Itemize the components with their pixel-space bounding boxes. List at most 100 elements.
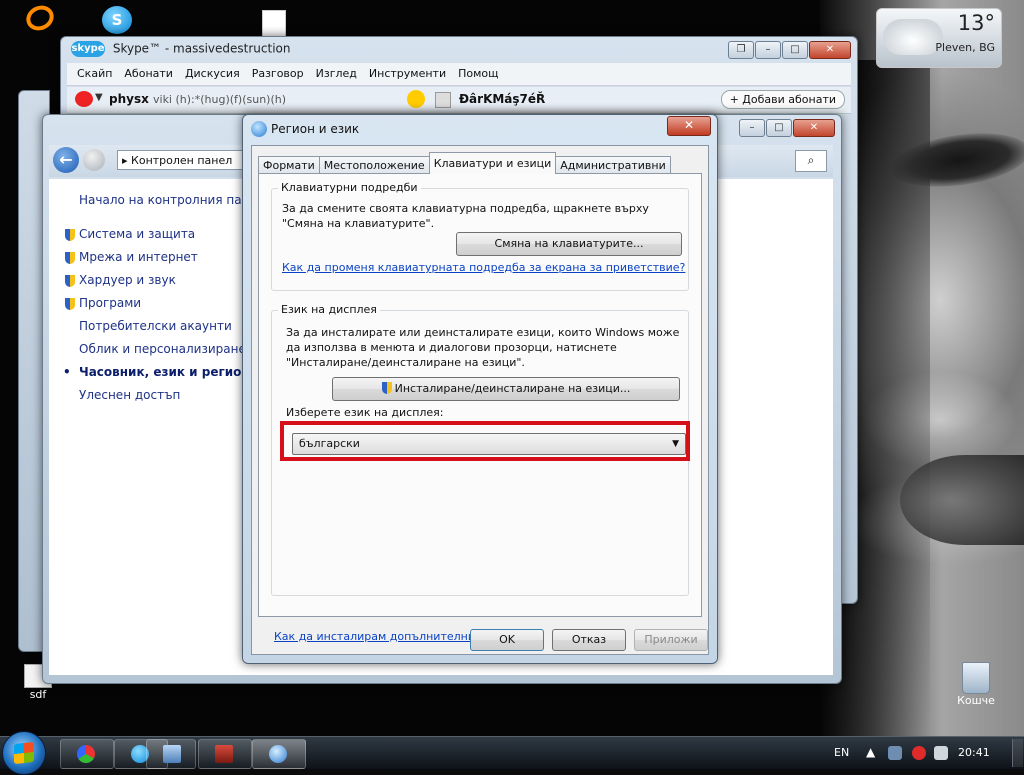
button-label: Инсталиране/деинсталиране на езици... — [394, 382, 631, 395]
restore-icon[interactable]: ❐ — [728, 41, 754, 59]
tab-formats[interactable]: Формати — [258, 156, 320, 174]
nav-clock-language-region[interactable]: Часовник, език и регион — [63, 365, 269, 381]
close-button[interactable]: ✕ — [667, 116, 711, 136]
minimize-button[interactable]: – — [739, 119, 765, 137]
caption-buttons: – □ ✕ — [739, 119, 835, 137]
shield-icon — [65, 298, 75, 310]
volume-icon[interactable] — [934, 746, 948, 760]
document-desktop-icon[interactable] — [262, 10, 286, 38]
shield-icon — [65, 275, 75, 287]
desktop-icon-recycle-bin[interactable]: Кошче — [948, 662, 1004, 707]
display-language-select[interactable]: български ▼ — [292, 433, 686, 455]
network-icon[interactable] — [888, 746, 902, 760]
nav-programs[interactable]: Програми — [65, 296, 269, 312]
close-button[interactable]: ✕ — [809, 41, 851, 59]
show-hidden-icons-icon[interactable]: ▲ — [866, 745, 875, 759]
choose-display-language-label: Изберете език на дисплея: — [286, 406, 444, 419]
menu-conversation[interactable]: Дискусия — [179, 63, 246, 85]
menu-contacts[interactable]: Абонати — [118, 63, 179, 85]
mood-message[interactable]: viki (h):*(hug)(f)(sun)(h) — [153, 93, 286, 106]
clock[interactable]: 20:41 — [958, 746, 990, 759]
skype-menubar: Скайп Абонати Дискусия Разговор Изглед И… — [67, 63, 851, 86]
chevron-down-icon[interactable]: ▼ — [95, 92, 103, 103]
caption-buttons: ❐ – □ ✕ — [728, 41, 851, 59]
dialog-title: Регион и език — [271, 122, 360, 136]
desktop-icon-label: Кошче — [957, 694, 995, 707]
tab-location[interactable]: Местоположение — [318, 156, 430, 174]
skype-desktop-icon[interactable]: S — [102, 6, 132, 34]
contact-status-icon — [407, 90, 425, 108]
show-desktop-button[interactable] — [1012, 739, 1023, 767]
browser-icon — [77, 745, 95, 763]
app-icon — [215, 745, 233, 763]
breadcrumb-control-panel[interactable]: Контролен панел — [131, 154, 232, 167]
globe-icon — [251, 121, 267, 137]
region-language-dialog[interactable]: Регион и език ✕ Формати Местоположение К… — [242, 114, 718, 664]
taskbar-app[interactable] — [198, 739, 252, 769]
control-panel-icon — [269, 745, 287, 763]
breadcrumb[interactable]: ▸ Контролен панел — [117, 150, 247, 170]
wallpaper-lips — [900, 455, 1024, 545]
search-icon[interactable]: ⌕ — [795, 150, 827, 172]
control-panel-nav: Начало на контролния панел Система и защ… — [63, 193, 269, 411]
skype-status-icon[interactable] — [912, 746, 926, 760]
back-arrow-icon[interactable]: ← — [53, 147, 79, 173]
menu-tools[interactable]: Инструменти — [363, 63, 452, 85]
tab-keyboards-languages[interactable]: Клавиатури и езици — [428, 152, 557, 174]
nav-user-accounts[interactable]: Потребителски акаунти — [79, 319, 269, 335]
nav-hardware-sound[interactable]: Хардуер и звук — [65, 273, 269, 289]
start-button[interactable] — [2, 731, 46, 775]
menu-call[interactable]: Разговор — [246, 63, 310, 85]
computer-icon — [163, 745, 181, 763]
dialog-client-area: Формати Местоположение Клавиатури и езиц… — [251, 145, 709, 655]
nav-item-label: Хардуер и звук — [79, 273, 176, 287]
nav-item-label: Система и защита — [79, 227, 196, 241]
ok-button[interactable]: OK — [470, 629, 544, 651]
status-icon[interactable] — [75, 91, 93, 107]
menu-view[interactable]: Изглед — [310, 63, 363, 85]
recycle-bin-icon — [962, 662, 990, 694]
taskbar-control-panel[interactable] — [252, 739, 306, 769]
group-title: Език на дисплея — [278, 303, 380, 316]
display-language-description: За да инсталирате или деинсталирате езиц… — [286, 326, 680, 369]
taskbar: EN ▲ 20:41 — [0, 731, 1024, 775]
contact-name[interactable]: ĐârKMáş7éŘ — [459, 92, 545, 106]
weather-gadget[interactable]: 13° Pleven, BG — [876, 8, 1002, 68]
menu-skype[interactable]: Скайп — [71, 63, 118, 85]
minimize-button[interactable]: – — [755, 41, 781, 59]
maximize-button[interactable]: □ — [766, 119, 792, 137]
selected-language: български — [299, 437, 360, 450]
nav-home-link[interactable]: Начало на контролния панел — [79, 193, 269, 209]
nav-item-label: Мрежа и интернет — [79, 250, 198, 264]
menu-help[interactable]: Помощ — [452, 63, 504, 85]
welcome-screen-layout-link[interactable]: Как да променя клавиатурната подредба за… — [282, 261, 685, 274]
shield-icon — [65, 229, 75, 241]
display-language-group: Език на дисплея За да инсталирате или де… — [271, 303, 690, 596]
profile-name[interactable]: physx — [109, 92, 149, 106]
taskbar-computer[interactable] — [146, 739, 196, 769]
nav-ease-of-access[interactable]: Улеснен достъп — [79, 388, 269, 404]
add-contacts-button[interactable]: + Добави абонати — [720, 90, 845, 109]
nav-system-security[interactable]: Система и защита — [65, 227, 269, 243]
contact-avatar-icon — [435, 92, 451, 108]
weather-temperature: 13° — [957, 11, 995, 35]
uac-shield-icon — [381, 382, 392, 394]
window-title: skype Skype™ - massivedestruction — [71, 41, 290, 57]
apply-button[interactable]: Приложи — [634, 629, 708, 651]
close-button[interactable]: ✕ — [793, 119, 835, 137]
cancel-button[interactable]: Отказ — [552, 629, 626, 651]
nav-network-internet[interactable]: Мрежа и интернет — [65, 250, 269, 266]
keyboards-group: Клавиатурни подредби За да смените своят… — [271, 181, 689, 291]
maximize-button[interactable]: □ — [782, 41, 808, 59]
taskbar-browser[interactable] — [60, 739, 114, 769]
skype-logo-icon: skype — [71, 41, 105, 57]
change-keyboards-button[interactable]: Смяна на клавиатурите... — [456, 232, 682, 256]
highlight-box: български ▼ — [280, 421, 690, 461]
install-uninstall-languages-button[interactable]: Инсталиране/деинсталиране на езици... — [332, 377, 680, 401]
keyboards-description: За да смените своята клавиатурна подредб… — [282, 202, 649, 230]
nav-appearance[interactable]: Облик и персонализиране — [79, 342, 269, 358]
language-indicator[interactable]: EN — [834, 746, 849, 759]
windows-logo-icon — [14, 741, 34, 765]
tab-administrative[interactable]: Административни — [555, 156, 671, 174]
forward-arrow-icon[interactable] — [83, 149, 105, 171]
